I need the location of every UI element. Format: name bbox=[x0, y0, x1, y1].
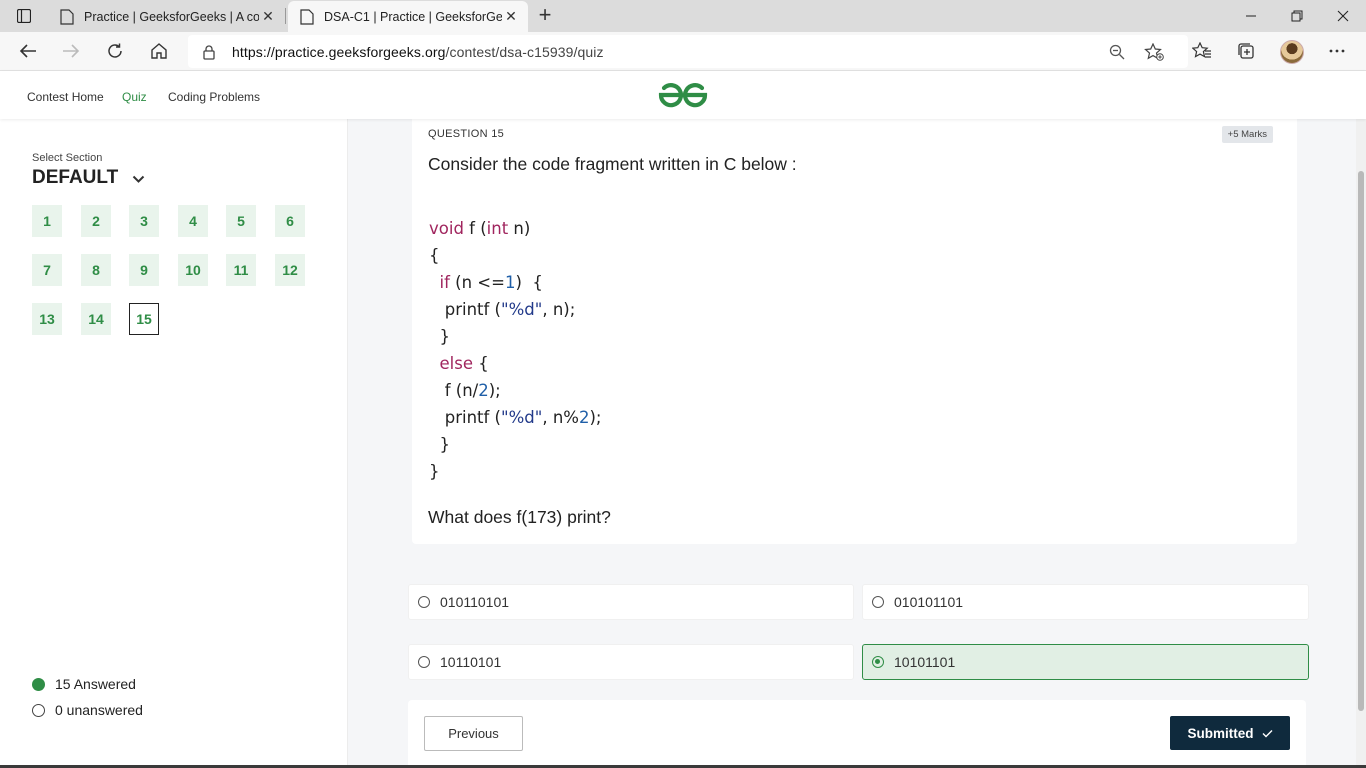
new-tab-button[interactable]: + bbox=[534, 4, 556, 28]
question-nav-button[interactable]: 12 bbox=[275, 254, 305, 286]
profile-avatar[interactable] bbox=[1280, 40, 1304, 64]
scrollbar-thumb[interactable] bbox=[1358, 171, 1364, 711]
page-scrollbar[interactable] bbox=[1356, 119, 1366, 768]
option-label: 10101101 bbox=[894, 654, 956, 670]
browser-toolbar: https://practice.geeksforgeeks.org/conte… bbox=[0, 32, 1366, 71]
answer-option[interactable]: 10110101 bbox=[408, 644, 854, 680]
answer-option-selected[interactable]: 10101101 bbox=[862, 644, 1309, 680]
chevron-down-icon[interactable] bbox=[132, 175, 145, 184]
code-line: printf ("%d", n); bbox=[429, 300, 576, 319]
question-nav-button[interactable]: 4 bbox=[178, 205, 208, 237]
code-line: void f (int n) bbox=[429, 219, 531, 238]
previous-button[interactable]: Previous bbox=[424, 716, 523, 751]
submitted-button[interactable]: Submitted bbox=[1170, 716, 1290, 750]
question-number: QUESTION 15 bbox=[428, 128, 505, 140]
answer-option[interactable]: 010101101 bbox=[862, 584, 1309, 620]
option-label: 10110101 bbox=[440, 654, 502, 670]
question-sidebar: Select Section DEFAULT 1 2 3 4 5 6 7 8 9… bbox=[0, 119, 348, 768]
question-nav-button[interactable]: 7 bbox=[32, 254, 62, 286]
question-nav-button[interactable]: 1 bbox=[32, 205, 62, 237]
tab-title: DSA-C1 | Practice | GeeksforGeel bbox=[324, 9, 502, 24]
option-label: 010101101 bbox=[894, 594, 964, 610]
collections-icon[interactable] bbox=[1231, 37, 1261, 65]
question-nav-button[interactable]: 6 bbox=[275, 205, 305, 237]
url-text: https://practice.geeksforgeeks.org/conte… bbox=[232, 44, 604, 60]
nav-coding-problems[interactable]: Coding Problems bbox=[168, 90, 260, 104]
radio-icon[interactable] bbox=[418, 596, 430, 608]
answered-dot-icon bbox=[32, 677, 45, 691]
question-nav-button[interactable]: 14 bbox=[81, 303, 111, 335]
more-options-icon[interactable] bbox=[1322, 37, 1352, 65]
section-select[interactable]: DEFAULT bbox=[32, 167, 145, 189]
site-header: Contest Home Quiz Coding Problems bbox=[0, 71, 1366, 119]
lock-icon[interactable] bbox=[202, 44, 216, 60]
radio-icon[interactable] bbox=[418, 656, 430, 668]
browser-tab-contest[interactable]: DSA-C1 | Practice | GeeksforGeel ✕ bbox=[288, 1, 528, 32]
close-tab-icon[interactable]: ✕ bbox=[502, 8, 520, 25]
question-nav-button[interactable]: 3 bbox=[129, 205, 159, 237]
code-line: } bbox=[429, 462, 440, 481]
question-prompt: Consider the code fragment written in C … bbox=[428, 154, 797, 174]
zoom-out-icon[interactable] bbox=[1106, 42, 1128, 62]
unanswered-label: 0 unanswered bbox=[55, 702, 143, 718]
answered-label: 15 Answered bbox=[55, 676, 136, 692]
page-icon bbox=[60, 8, 74, 25]
question-nav-button[interactable]: 9 bbox=[129, 254, 159, 286]
question-nav-button[interactable]: 13 bbox=[32, 303, 62, 335]
code-line: } bbox=[429, 327, 450, 346]
question-footer: What does f(173) print? bbox=[428, 507, 611, 527]
submitted-label: Submitted bbox=[1187, 725, 1254, 741]
tab-title: Practice | GeeksforGeeks | A com bbox=[84, 9, 259, 24]
radio-checked-icon[interactable] bbox=[872, 656, 884, 668]
section-label: Select Section bbox=[32, 152, 103, 164]
code-line: else { bbox=[439, 354, 489, 373]
question-nav-button[interactable]: 8 bbox=[81, 254, 111, 286]
favorites-icon[interactable] bbox=[1187, 37, 1217, 65]
code-line: f (n/2); bbox=[429, 381, 501, 400]
forward-icon[interactable] bbox=[56, 37, 86, 65]
marks-badge: +5 Marks bbox=[1221, 126, 1273, 143]
code-block: void f (int n) { if (n <=1) { printf ("%d… bbox=[429, 219, 601, 489]
unanswered-dot-icon bbox=[32, 703, 45, 717]
browser-tab-practice[interactable]: Practice | GeeksforGeeks | A com ✕ bbox=[48, 1, 285, 32]
tab-separator bbox=[285, 8, 286, 24]
page-icon bbox=[300, 8, 314, 25]
code-line: { bbox=[429, 246, 440, 265]
code-line: } bbox=[429, 435, 450, 454]
nav-quiz[interactable]: Quiz bbox=[122, 90, 147, 104]
restore-icon[interactable] bbox=[1274, 0, 1320, 32]
minimize-icon[interactable] bbox=[1228, 0, 1274, 32]
answered-count: 15 Answered bbox=[32, 676, 136, 692]
question-card: QUESTION 15 +5 Marks Consider the code f… bbox=[412, 119, 1297, 544]
question-nav-button[interactable]: 10 bbox=[178, 254, 208, 286]
close-window-icon[interactable] bbox=[1320, 0, 1366, 32]
question-nav-button[interactable]: 11 bbox=[226, 254, 256, 286]
nav-contest-home[interactable]: Contest Home bbox=[27, 90, 104, 104]
checkmark-icon bbox=[1262, 729, 1272, 737]
address-bar[interactable]: https://practice.geeksforgeeks.org/conte… bbox=[188, 35, 1188, 68]
back-icon[interactable] bbox=[13, 37, 43, 65]
tab-actions-icon[interactable] bbox=[8, 4, 40, 28]
code-line: printf ("%d", n%2); bbox=[429, 408, 602, 427]
question-nav-button[interactable]: 2 bbox=[81, 205, 111, 237]
quiz-action-bar: Previous Submitted bbox=[408, 700, 1306, 768]
browser-tab-bar: Practice | GeeksforGeeks | A com ✕ DSA-C… bbox=[0, 0, 1366, 32]
option-label: 010110101 bbox=[440, 594, 510, 610]
question-nav-button[interactable]: 5 bbox=[226, 205, 256, 237]
section-value: DEFAULT bbox=[32, 167, 119, 188]
radio-icon[interactable] bbox=[872, 596, 884, 608]
code-line: if (n <=1) { bbox=[439, 273, 543, 292]
question-nav-button-current[interactable]: 15 bbox=[129, 303, 159, 335]
unanswered-count: 0 unanswered bbox=[32, 702, 143, 718]
home-icon[interactable] bbox=[144, 37, 174, 65]
refresh-icon[interactable] bbox=[100, 37, 130, 65]
add-favorite-icon[interactable] bbox=[1143, 42, 1165, 62]
gfg-logo-icon[interactable] bbox=[658, 81, 708, 109]
answer-option[interactable]: 010110101 bbox=[408, 584, 854, 620]
close-tab-icon[interactable]: ✕ bbox=[259, 8, 277, 25]
